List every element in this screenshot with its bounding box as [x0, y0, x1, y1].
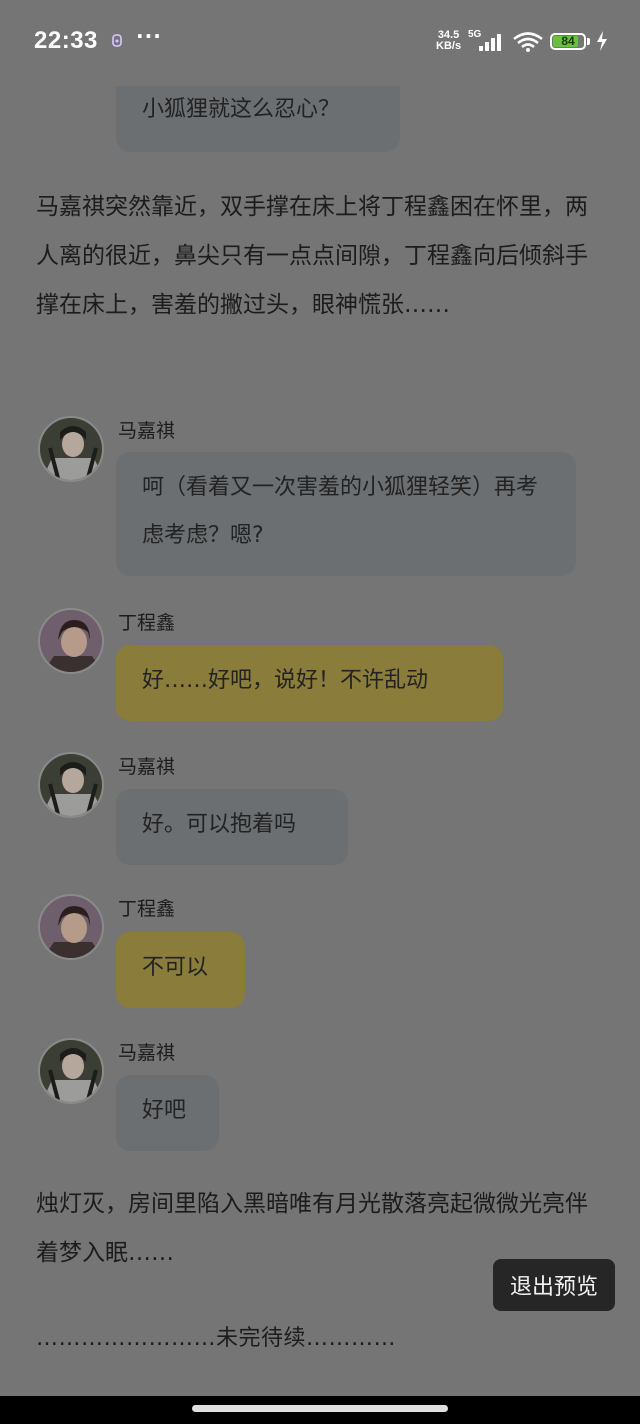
net-speed-unit: KB/s [436, 40, 462, 52]
battery-level: 84 [561, 34, 575, 48]
signal-icon [479, 34, 501, 51]
message-text: 不可以 [142, 955, 209, 980]
partial-message-bubble: 小狐狸就这么忍心？ [116, 86, 400, 152]
message-bubble: 好吧 [116, 1075, 219, 1151]
message-text: 好吧 [142, 1098, 187, 1123]
notification-icon [112, 34, 122, 47]
message-text: 好……好吧，说好！不许乱动 [142, 668, 429, 693]
avatar-ding[interactable] [38, 608, 104, 674]
clock: 22:33 [34, 27, 98, 54]
to-be-continued: ……………………未完待续………… [36, 1326, 397, 1351]
message-text: 好。可以抱着吗 [142, 812, 297, 837]
speaker-name: 马嘉祺 [118, 420, 176, 442]
wifi-icon [513, 32, 543, 52]
message-bubble: 不可以 [116, 932, 245, 1008]
story-content[interactable]: 小狐狸就这么忍心？ 马嘉祺突然靠近，双手撑在床上将丁程鑫困在怀里，两人离的很近，… [0, 86, 640, 1396]
avatar-ma[interactable] [38, 416, 104, 482]
speaker-name: 马嘉祺 [118, 1042, 176, 1064]
message-text: 呵（看着又一次害羞的小狐狸轻笑）再考虑考虑？嗯? [142, 475, 539, 548]
more-icon: ··· [136, 24, 162, 48]
charging-icon [597, 31, 607, 51]
battery-icon: 84 [550, 33, 586, 50]
battery-cap [587, 38, 590, 45]
message-bubble: 好。可以抱着吗 [116, 789, 348, 865]
status-bar: 22:33 ··· 34.5 KB/s 5G 84 [0, 0, 640, 86]
message-bubble: 好……好吧，说好！不许乱动 [116, 645, 503, 721]
home-indicator[interactable] [192, 1405, 448, 1412]
speaker-name: 丁程鑫 [118, 612, 176, 634]
narration-paragraph: 马嘉祺突然靠近，双手撑在床上将丁程鑫困在怀里，两人离的很近，鼻尖只有一点点间隙，… [36, 194, 588, 318]
net-speed: 34.5 KB/s [436, 30, 461, 52]
partial-message-text: 小狐狸就这么忍心？ [142, 97, 341, 122]
message-bubble: 呵（看着又一次害羞的小狐狸轻笑）再考虑考虑？嗯? [116, 452, 576, 576]
avatar-ma[interactable] [38, 1038, 104, 1104]
avatar-ding-image [40, 896, 102, 958]
exit-preview-button[interactable]: 退出预览 [493, 1259, 615, 1311]
speaker-name: 丁程鑫 [118, 898, 176, 920]
avatar-ma[interactable] [38, 752, 104, 818]
avatar-ma-image [40, 1040, 102, 1102]
avatar-ma-image [40, 754, 102, 816]
avatar-ma-image [40, 418, 102, 480]
speaker-name: 马嘉祺 [118, 756, 176, 778]
avatar-ding[interactable] [38, 894, 104, 960]
avatar-ding-image [40, 610, 102, 672]
